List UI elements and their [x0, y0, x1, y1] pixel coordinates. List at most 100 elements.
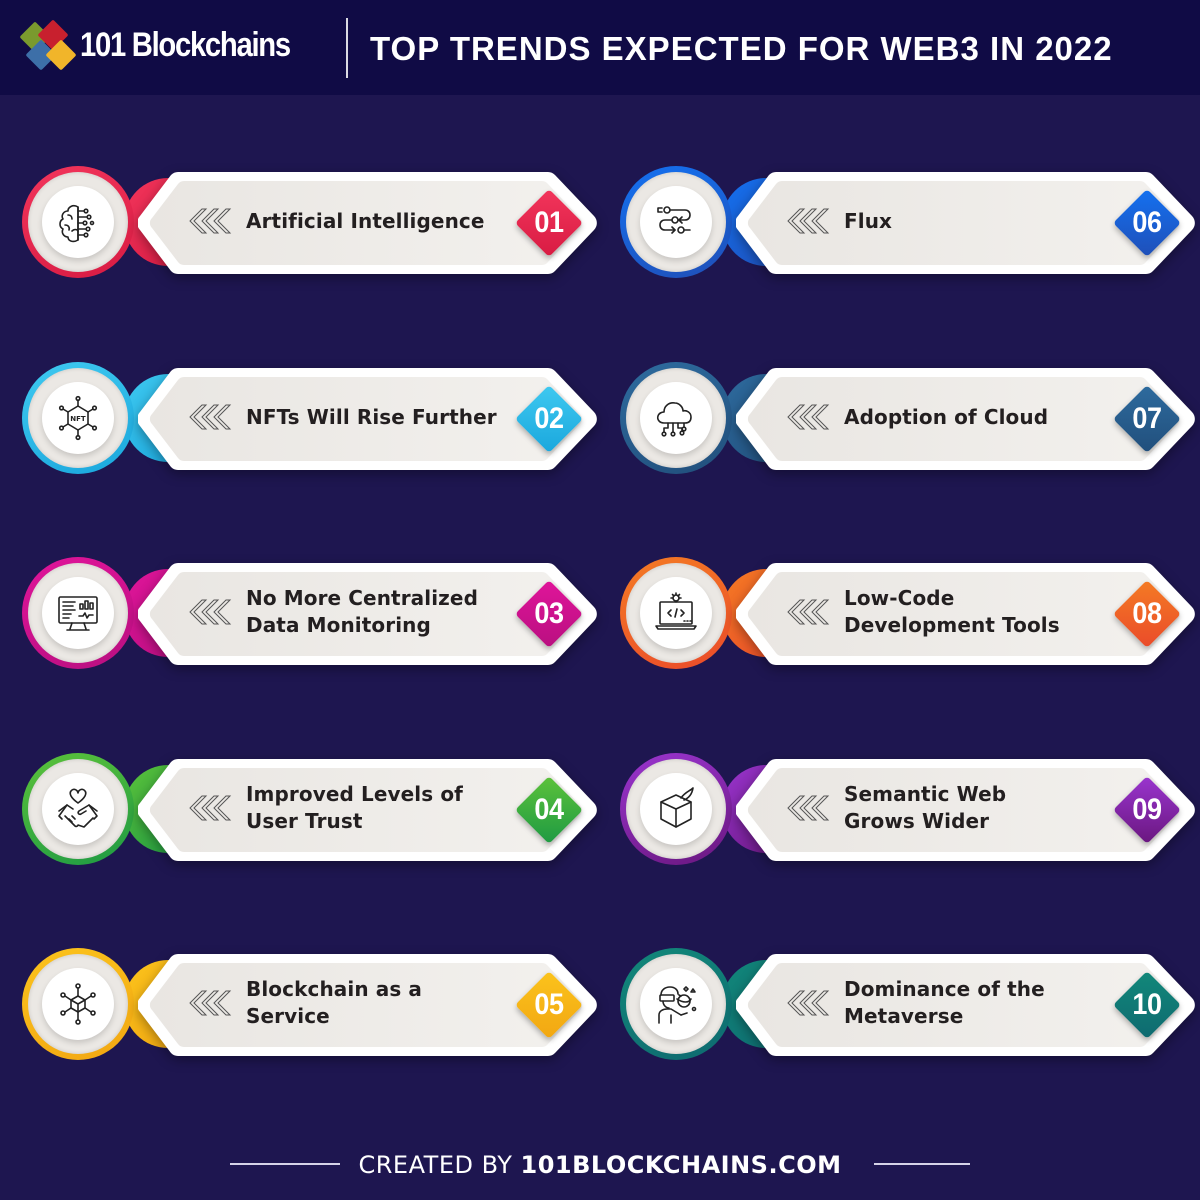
cloud-network-icon — [656, 401, 692, 437]
vr-user-icon — [658, 986, 697, 1024]
flow-arrows-icon — [657, 206, 691, 234]
trend-number-badge: 08 — [1112, 579, 1182, 649]
trend-card: Adoption of Cloud 07 — [616, 358, 1196, 478]
trend-number: 01 — [534, 206, 564, 239]
icon-ring-inner — [626, 367, 726, 468]
open-box-icon — [660, 786, 694, 828]
trend-title: No More Centralized Data Monitoring — [246, 585, 478, 639]
trend-title: Adoption of Cloud — [844, 404, 1048, 431]
trend-number: 10 — [1132, 988, 1162, 1021]
header: 101 Blockchains TOP TRENDS EXPECTED FOR … — [0, 0, 1200, 95]
trend-number: 06 — [1132, 206, 1162, 239]
trend-title-line: Development Tools — [844, 613, 1060, 637]
svg-text:NFT: NFT — [70, 415, 86, 423]
brand-name: 101 Blockchains — [80, 26, 291, 64]
footer-site-link[interactable]: 101BLOCKCHAINS.COM — [521, 1151, 842, 1179]
icon-ring — [22, 752, 134, 865]
trend-card: Artificial Intelligence 01 — [18, 162, 598, 282]
icon-ring — [620, 361, 732, 474]
trend-number-badge: 01 — [514, 188, 584, 258]
monitor-dashboard-icon — [58, 596, 98, 631]
handshake-heart-icon — [58, 788, 98, 828]
chevrons-left-icon — [787, 990, 830, 1016]
trend-number-badge: 10 — [1112, 970, 1182, 1040]
icon-ring — [620, 557, 732, 669]
chevrons-decoration — [188, 598, 234, 626]
trend-title-line: Adoption of Cloud — [844, 404, 1049, 429]
chevrons-left-icon — [787, 404, 830, 429]
chevrons-decoration — [786, 207, 832, 235]
icon-ring-inner: NFT — [28, 367, 128, 468]
icon-ring-inner — [626, 758, 726, 859]
trend-card: NFT NFTs Will Rise Further 02 — [18, 358, 598, 478]
icon-ring-inner — [626, 954, 726, 1054]
icon-holder — [640, 968, 712, 1040]
trend-title: Low-Code Development Tools — [844, 585, 1060, 639]
trend-card: Flux 06 — [616, 162, 1196, 282]
trend-card: Blockchain as a Service 05 — [18, 944, 598, 1064]
chevrons-left-icon — [189, 795, 232, 820]
trend-number-badge: 07 — [1112, 384, 1182, 454]
trend-number: 09 — [1132, 792, 1162, 826]
chevrons-left-icon — [787, 208, 830, 234]
trend-title-line: No More Centralized — [246, 586, 479, 610]
trend-title: Blockchain as a Service — [246, 976, 422, 1030]
trend-title-line: Data Monitoring — [246, 613, 431, 637]
icon-holder — [640, 577, 712, 649]
icon-holder — [640, 772, 712, 845]
icon-ring — [22, 557, 134, 669]
trend-title-line: Service — [246, 1004, 330, 1028]
trend-card: No More Centralized Data Monitoring 03 — [18, 553, 598, 673]
trend-number-badge: 05 — [514, 970, 584, 1040]
trend-number-badge: 04 — [514, 775, 584, 845]
icon-holder — [42, 968, 114, 1040]
trend-title-line: User Trust — [246, 808, 363, 833]
chevrons-decoration — [786, 989, 832, 1017]
trend-title-line: Artificial Intelligence — [246, 209, 485, 233]
trend-number: 03 — [534, 597, 564, 630]
trend-title: Flux — [844, 208, 892, 235]
trend-number-badge: 02 — [514, 384, 584, 454]
icon-ring — [22, 948, 134, 1060]
trend-number: 07 — [1132, 401, 1162, 435]
icon-ring — [620, 166, 732, 278]
icon-ring-inner — [28, 758, 128, 859]
footer-credit: CREATED BY 101BLOCKCHAINS.COM — [0, 1151, 1200, 1179]
trend-title-line: Blockchain as a — [246, 977, 423, 1001]
chevrons-left-icon — [787, 599, 830, 625]
chevrons-left-icon — [189, 208, 232, 234]
chevrons-left-icon — [189, 404, 232, 429]
header-divider — [346, 18, 348, 78]
icon-ring: NFT — [22, 361, 134, 474]
icon-holder — [640, 186, 712, 258]
brain-circuit-icon — [59, 204, 95, 243]
trend-number-badge: 03 — [514, 579, 584, 649]
chevrons-decoration — [188, 403, 234, 431]
trend-number: 05 — [534, 988, 564, 1021]
icon-ring-inner — [28, 954, 128, 1054]
trend-title-line: Semantic Web — [844, 781, 1007, 806]
chevrons-left-icon — [787, 795, 830, 820]
trend-title-line: Metaverse — [844, 1004, 964, 1028]
icon-ring-inner — [626, 563, 726, 663]
trend-title: Artificial Intelligence — [246, 208, 485, 235]
trend-title-line: Flux — [844, 209, 893, 233]
icon-holder — [42, 772, 114, 845]
chevrons-decoration — [188, 989, 234, 1017]
chevrons-decoration — [786, 598, 832, 626]
trend-card: Low-Code Development Tools 08 — [616, 553, 1196, 673]
trend-number: 04 — [534, 792, 564, 826]
page-title: TOP TRENDS EXPECTED FOR WEB3 IN 2022 — [370, 30, 1113, 67]
trend-title-line: Improved Levels of — [246, 781, 463, 806]
icon-holder — [42, 186, 114, 258]
logo-icon — [18, 19, 77, 74]
chevrons-left-icon — [189, 599, 232, 625]
icon-ring — [620, 752, 732, 865]
icon-ring — [620, 948, 732, 1060]
chevrons-decoration — [786, 403, 832, 431]
trend-number: 08 — [1132, 597, 1162, 630]
icon-holder — [42, 577, 114, 649]
trend-title-line: Low-Code — [844, 586, 955, 610]
nft-network-icon: NFT — [58, 395, 98, 440]
footer: CREATED BY 101BLOCKCHAINS.COM — [0, 1145, 1200, 1185]
